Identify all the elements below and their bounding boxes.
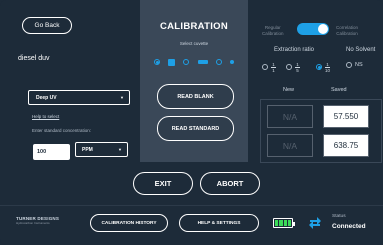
cuvette-round-icon[interactable] — [229, 60, 234, 64]
method-dropdown[interactable]: Deep UV ▼ — [28, 90, 130, 105]
cuvette-square-icon[interactable] — [168, 58, 176, 66]
extraction-ratio-label: Extraction ratio — [274, 47, 315, 53]
ratio-option-1-5[interactable]: 1 5 — [286, 62, 300, 73]
saved-value-cell: 638.75 — [323, 134, 369, 157]
radio-icon — [286, 64, 292, 71]
exit-button[interactable]: EXIT — [133, 172, 193, 195]
radio-selected-icon — [316, 64, 322, 71]
ratio-fraction: 1 5 — [295, 62, 300, 73]
logo-subtitle: Hydrocarbon Instruments — [16, 221, 50, 225]
read-standard-button[interactable]: READ STANDARD — [157, 116, 234, 141]
ratio-fraction: 1 1 — [271, 62, 276, 73]
go-back-button[interactable]: Go Back — [22, 17, 72, 34]
method-dropdown-value: Deep UV — [36, 94, 57, 101]
unit-dropdown[interactable]: PPM ▼ — [75, 142, 128, 157]
status-label: Status — [332, 214, 346, 219]
read-blank-button[interactable]: READ BLANK — [157, 84, 234, 109]
select-cuvette-label: Select cuvette — [179, 41, 209, 46]
regular-calibration-label: Regular Calibration — [262, 25, 284, 37]
unit-dropdown-value: PPM — [82, 146, 93, 153]
regular-label-line2: Calibration — [262, 31, 284, 36]
cuvette-selector[interactable] — [154, 55, 234, 69]
concentration-input[interactable] — [33, 144, 70, 160]
ratio-denominator: 5 — [296, 67, 299, 73]
cuvette-rect-icon[interactable] — [197, 60, 208, 64]
status-value: Connected — [332, 223, 366, 230]
ratio-denominator: 1 — [272, 67, 275, 73]
correlation-label-line2: Calibration — [336, 31, 358, 36]
no-solvent-label: No Solvent — [346, 47, 376, 53]
cuvette-radio-icon[interactable] — [215, 59, 222, 65]
ratio-fraction: 1 10 — [325, 62, 330, 73]
saved-value-cell: 57.550 — [323, 105, 369, 128]
new-value-cell: N/A — [267, 105, 313, 128]
toggle-knob — [318, 24, 328, 34]
chevron-down-icon: ▼ — [118, 147, 122, 152]
radio-icon — [346, 62, 352, 68]
ratio-option-ns[interactable]: NS — [346, 62, 363, 68]
help-settings-button[interactable]: HELP & SETTINGS — [179, 214, 259, 232]
abort-button[interactable]: ABORT — [200, 172, 260, 195]
correlation-calibration-label: Correlation Calibration — [336, 25, 358, 37]
saved-column-header: Saved — [331, 87, 347, 93]
calibration-mode-toggle[interactable] — [297, 23, 329, 35]
chevron-down-icon: ▼ — [120, 95, 124, 100]
help-to-select-link[interactable]: Help to select — [32, 114, 59, 119]
cuvette-radio-icon[interactable] — [183, 59, 190, 65]
battery-icon — [273, 218, 295, 228]
radio-icon — [262, 64, 268, 71]
ratio-denominator: 10 — [325, 67, 331, 73]
calibration-screen: Go Back diesel duv Deep UV ▼ Help to sel… — [0, 0, 383, 245]
turner-designs-logo: TURNER DESIGNS Hydrocarbon Instruments — [16, 216, 76, 230]
ratio-option-1-1[interactable]: 1 1 — [262, 62, 276, 73]
cuvette-radio-icon[interactable] — [154, 59, 160, 65]
calibration-title: CALIBRATION — [159, 21, 229, 32]
ns-label: NS — [355, 62, 363, 68]
enter-concentration-label: Enter standard concentration: — [32, 128, 92, 133]
new-value-cell: N/A — [267, 134, 313, 157]
calibration-history-button[interactable]: CALIBRATION HISTORY — [90, 214, 168, 232]
ratio-option-1-10[interactable]: 1 10 — [316, 62, 330, 73]
results-table: N/A 57.550 N/A 638.75 — [260, 99, 382, 163]
extraction-ratio-options: 1 1 1 5 1 10 NS — [258, 62, 380, 78]
sample-name: diesel duv — [18, 55, 50, 62]
new-column-header: New — [283, 87, 295, 93]
sync-icon[interactable] — [307, 216, 323, 230]
